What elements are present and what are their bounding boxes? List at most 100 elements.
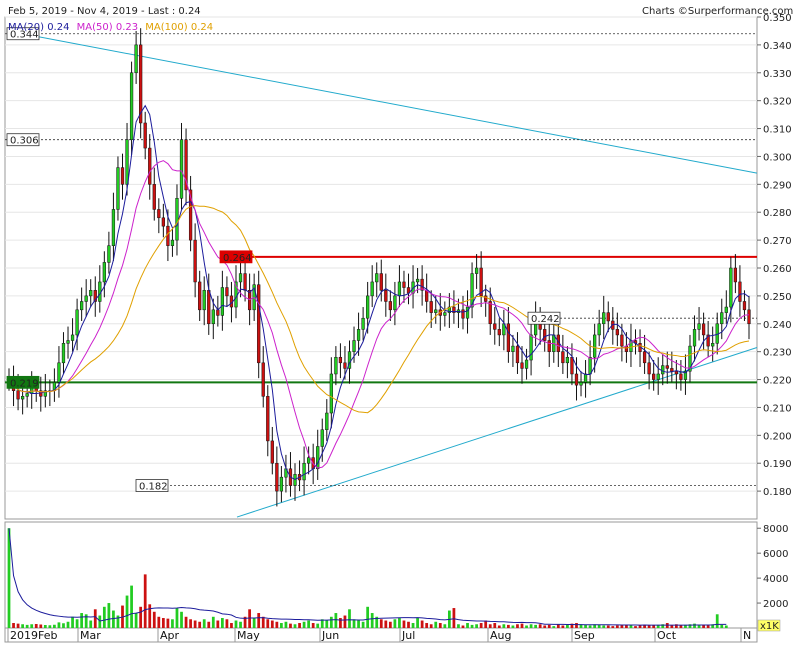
volume-bar (606, 625, 610, 628)
candle-body (157, 209, 161, 219)
candle-body (216, 309, 220, 316)
candle-body (520, 362, 524, 369)
volume-bar (157, 616, 161, 628)
candle-body (111, 209, 116, 246)
moving-averages (8, 104, 750, 480)
candle-body (425, 290, 429, 302)
candle-body (257, 284, 261, 364)
price-label-text: 0.264 (223, 253, 252, 264)
volume-bar (597, 624, 601, 628)
candle-body (720, 312, 724, 325)
volume-bar (525, 625, 528, 628)
y-tick-label: 0.180 (763, 487, 792, 498)
candle-body (356, 329, 361, 341)
volume-bar (615, 625, 619, 628)
candle-body (620, 334, 624, 347)
volume-bar (629, 625, 633, 628)
volume-bar (343, 615, 347, 628)
volume-bar (679, 625, 683, 628)
volume-bar (724, 625, 728, 628)
candle-body (102, 262, 106, 283)
volume-bar (379, 619, 383, 628)
volume-bar (575, 623, 578, 628)
volume-bar (584, 624, 587, 628)
credit-text: Charts ©Surperformance.com (642, 6, 793, 17)
candle-body (674, 370, 678, 375)
x-tick-label: Mar (80, 629, 101, 642)
volume-tick-label: 6000 (763, 549, 788, 560)
volume-bar (171, 619, 174, 628)
volume-bar (62, 623, 65, 628)
volume-bar (488, 624, 492, 628)
volume-bar (511, 625, 515, 628)
volume-tick-label: 8000 (763, 524, 788, 535)
candle-body (166, 225, 170, 246)
volume-bar (211, 616, 215, 628)
candle-body (747, 309, 751, 325)
candle-body (570, 356, 574, 375)
candle-body (238, 273, 243, 283)
volume-bar (220, 618, 224, 628)
candle-body (107, 245, 111, 263)
price-label-text: 0.242 (531, 314, 560, 325)
volume-bar (457, 624, 460, 628)
x-tick-label: Oct (657, 629, 677, 642)
volume-bar (693, 623, 696, 628)
volume-bar (234, 620, 238, 628)
candle-body (84, 295, 88, 302)
candle-body (384, 290, 388, 302)
volume-bar (21, 624, 24, 628)
candle-body (125, 139, 129, 185)
volume-bar (75, 619, 79, 628)
candle-body (193, 239, 197, 283)
candle-body (70, 334, 75, 341)
volume-bar (620, 625, 624, 628)
volume-bar (202, 619, 206, 628)
volume-bar (411, 623, 415, 628)
volume-bar (225, 619, 229, 628)
candle-body (270, 440, 274, 464)
candle-body (656, 373, 660, 380)
candle-body (429, 301, 433, 313)
y-tick-label: 0.210 (763, 403, 792, 414)
ma-legend: MA(20) 0.24 MA(50) 0.23 MA(100) 0.24 (8, 22, 213, 33)
volume-bar (257, 613, 261, 628)
candle-body (402, 281, 406, 288)
candle-body (316, 446, 320, 470)
y-tick-label: 0.240 (763, 320, 792, 331)
y-tick-label: 0.230 (763, 348, 792, 359)
volume-bar (280, 623, 283, 628)
candle-body (334, 356, 338, 375)
volume-bar (184, 616, 188, 628)
volume-bar (547, 624, 551, 628)
volume-bar (507, 624, 510, 628)
volume-bar (493, 623, 497, 628)
ma20-line (8, 104, 750, 480)
volume-bar (370, 613, 374, 628)
volume-bar (325, 620, 329, 628)
candle-body (615, 329, 619, 336)
candle-body (379, 273, 383, 291)
volume-bar (670, 625, 674, 628)
candle-body (179, 139, 184, 199)
volume-bar (12, 623, 15, 628)
volume-bar (443, 624, 447, 628)
candle-body (116, 167, 120, 210)
candle-body (529, 334, 533, 361)
x-tick-label: N (743, 629, 751, 642)
candle-body (134, 44, 138, 74)
y-tick-label: 0.320 (763, 97, 792, 108)
volume-bar (388, 621, 392, 628)
candle-body (543, 329, 547, 341)
volume-bar (216, 620, 220, 628)
volume-bars (7, 528, 728, 628)
y-tick-label: 0.190 (763, 459, 792, 470)
candle-body (488, 301, 492, 325)
candle-body (593, 334, 597, 358)
candle-body (670, 368, 674, 372)
x-tick-label: Apr (160, 629, 180, 642)
volume-bar (715, 614, 719, 628)
volume-bar (497, 625, 501, 628)
volume-bar (529, 624, 533, 628)
ma100-value: 0.24 (191, 22, 213, 33)
